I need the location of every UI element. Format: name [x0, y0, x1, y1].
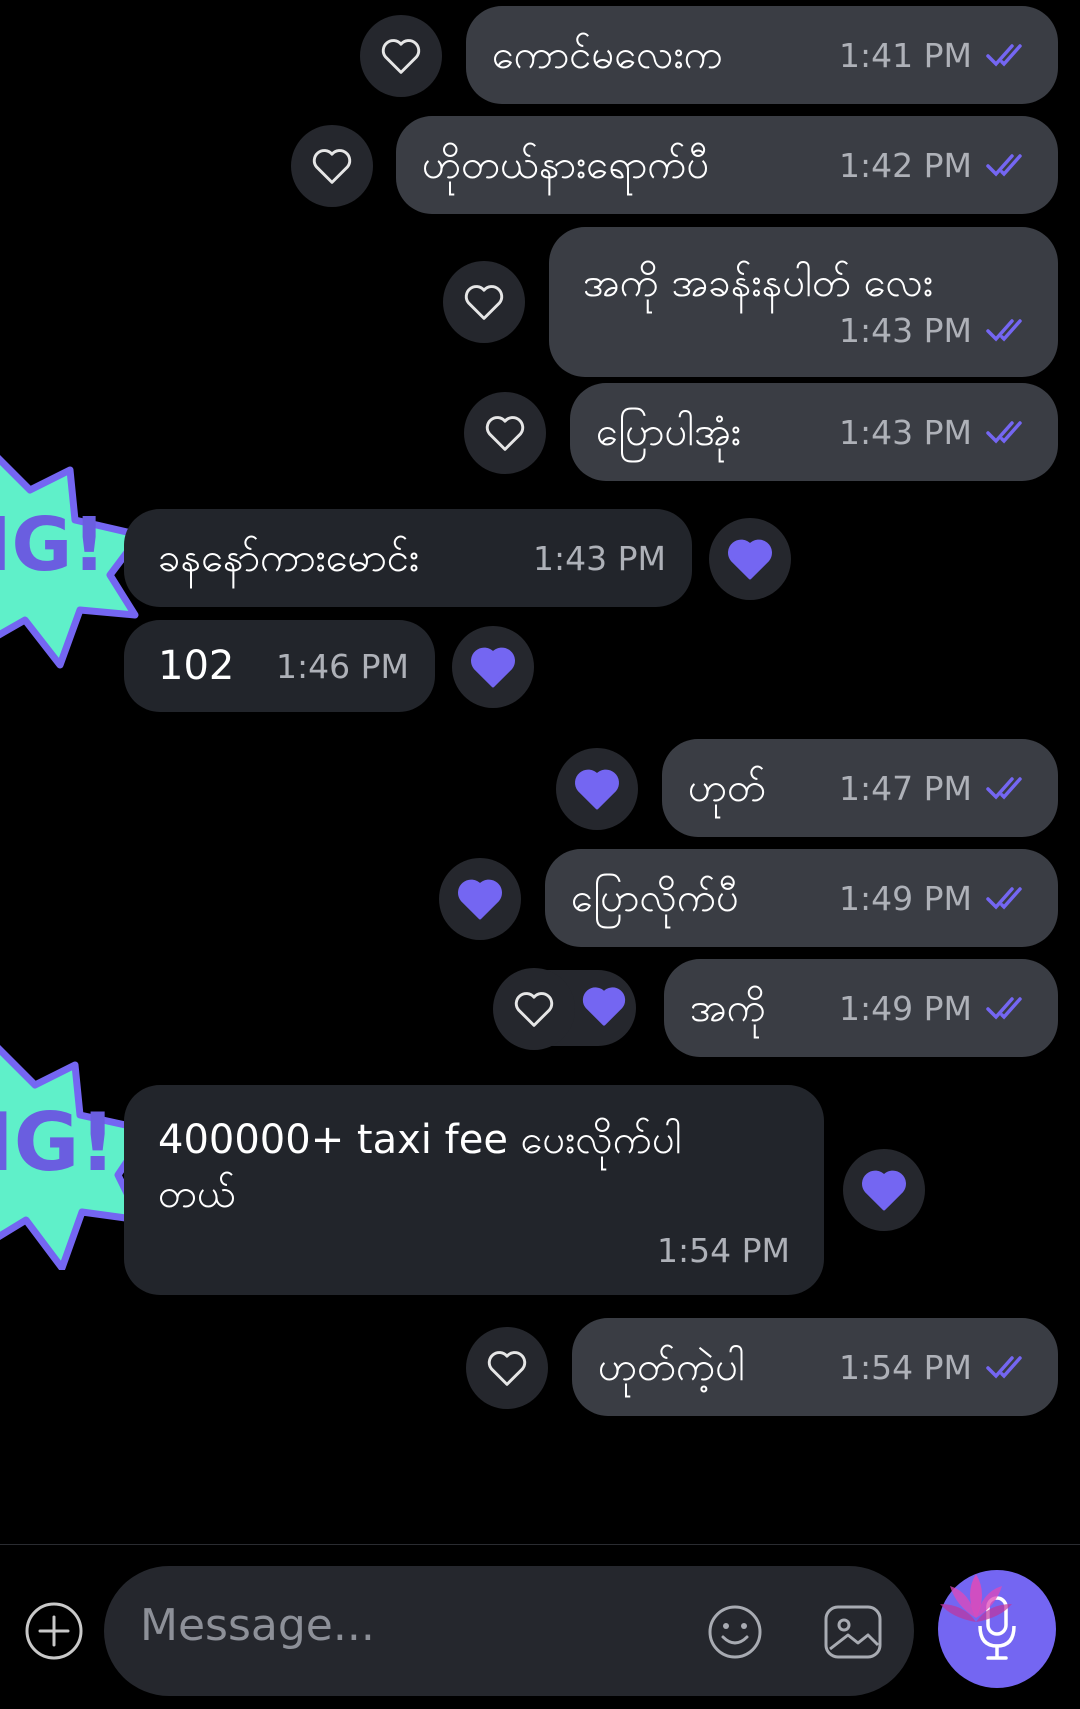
- like-button[interactable]: [556, 748, 638, 830]
- message-bubble[interactable]: ကောင်မလေးက 1:41 PM: [466, 6, 1058, 104]
- message-text: 102: [158, 643, 235, 689]
- message-bubble[interactable]: ပြောလိုက်ပီ 1:49 PM: [545, 849, 1058, 947]
- lotus-watermark: [940, 1574, 1012, 1622]
- read-ticks-icon: [986, 419, 1032, 445]
- like-button[interactable]: [443, 261, 525, 343]
- message-text: ဟိုတယ်နားရောက်ပီ: [422, 142, 710, 188]
- read-ticks-icon: [986, 42, 1032, 68]
- message-text: 400000+ taxi fee ပေးလိုက်ပါ: [158, 1117, 682, 1163]
- heart-outline-icon: [487, 1351, 527, 1386]
- heart-filled-icon: [458, 879, 502, 920]
- message-bubble[interactable]: အကို 1:49 PM: [664, 959, 1058, 1057]
- message-text: အကို အခန်းနပါတ် လေး: [583, 259, 934, 306]
- heart-filled-icon: [582, 987, 626, 1026]
- message-bubble[interactable]: အကို အခန်းနပါတ် လေး 1:43 PM: [549, 227, 1058, 377]
- message-text: ပြောလိုက်ပီ: [571, 875, 739, 921]
- message-text: တယ်: [158, 1171, 236, 1217]
- message-bubble[interactable]: 102 1:46 PM: [124, 620, 435, 712]
- like-button[interactable]: [360, 15, 442, 97]
- like-button[interactable]: [843, 1149, 925, 1231]
- gallery-icon[interactable]: [822, 1603, 884, 1661]
- message-text: ပြောပါအုံး: [596, 409, 742, 455]
- message-text: ဟုတ်: [688, 765, 767, 811]
- message-bubble[interactable]: ပြောပါအုံး 1:43 PM: [570, 383, 1058, 481]
- message-time: 1:43 PM: [839, 412, 972, 452]
- heart-outline-icon: [464, 285, 504, 320]
- message-time: 1:43 PM: [839, 310, 972, 350]
- message-time: 1:49 PM: [839, 878, 972, 918]
- message-bubble[interactable]: ဟုတ်ကဲ့ပါ 1:54 PM: [572, 1318, 1058, 1416]
- read-ticks-icon: [986, 317, 1032, 343]
- message-time: 1:43 PM: [533, 538, 666, 578]
- read-ticks-icon: [986, 775, 1032, 801]
- message-time: 1:54 PM: [839, 1347, 972, 1387]
- message-time: 1:54 PM: [657, 1231, 790, 1270]
- message-bubble[interactable]: ဟိုတယ်နားရောက်ပီ 1:42 PM: [396, 116, 1058, 214]
- like-button[interactable]: [464, 392, 546, 474]
- heart-outline-icon: [381, 39, 421, 74]
- heart-outline-icon: [312, 149, 352, 184]
- message-time: 1:46 PM: [276, 646, 409, 686]
- read-ticks-icon: [986, 995, 1032, 1021]
- message-time: 1:42 PM: [839, 145, 972, 185]
- message-text: ဟုတ်ကဲ့ပါ: [598, 1344, 745, 1390]
- like-button[interactable]: [452, 626, 534, 708]
- heart-filled-icon: [575, 769, 619, 810]
- read-ticks-icon: [986, 1354, 1032, 1380]
- sticker-text: IG!: [0, 1096, 116, 1189]
- read-ticks-icon: [986, 152, 1032, 178]
- read-ticks-icon: [986, 885, 1032, 911]
- message-input-placeholder: Message...: [140, 1600, 375, 1651]
- heart-outline-icon: [514, 992, 554, 1027]
- message-time: 1:47 PM: [839, 768, 972, 808]
- add-attachment-icon[interactable]: [24, 1601, 84, 1661]
- sticker-text: IG!: [0, 502, 106, 588]
- like-button[interactable]: [493, 968, 575, 1050]
- message-bubble[interactable]: 400000+ taxi fee ပေးလိုက်ပါ တယ် 1:54 PM: [124, 1085, 824, 1295]
- message-bubble[interactable]: ဟုတ် 1:47 PM: [662, 739, 1058, 837]
- heart-outline-icon: [485, 416, 525, 451]
- heart-filled-icon: [728, 539, 772, 580]
- like-button[interactable]: [291, 125, 373, 207]
- message-bubble[interactable]: ခနနော်ကားမောင်း 1:43 PM: [124, 509, 692, 607]
- heart-filled-icon: [862, 1170, 906, 1211]
- like-button[interactable]: [709, 518, 791, 600]
- message-text: အကို: [690, 985, 766, 1031]
- like-button[interactable]: [466, 1327, 548, 1409]
- emoji-icon[interactable]: [706, 1603, 764, 1661]
- message-time: 1:41 PM: [839, 35, 972, 75]
- message-text: ကောင်မလေးက: [492, 32, 723, 78]
- heart-filled-icon: [471, 647, 515, 688]
- like-button[interactable]: [439, 858, 521, 940]
- message-time: 1:49 PM: [839, 988, 972, 1028]
- message-text: ခနနော်ကားမောင်း: [158, 535, 420, 581]
